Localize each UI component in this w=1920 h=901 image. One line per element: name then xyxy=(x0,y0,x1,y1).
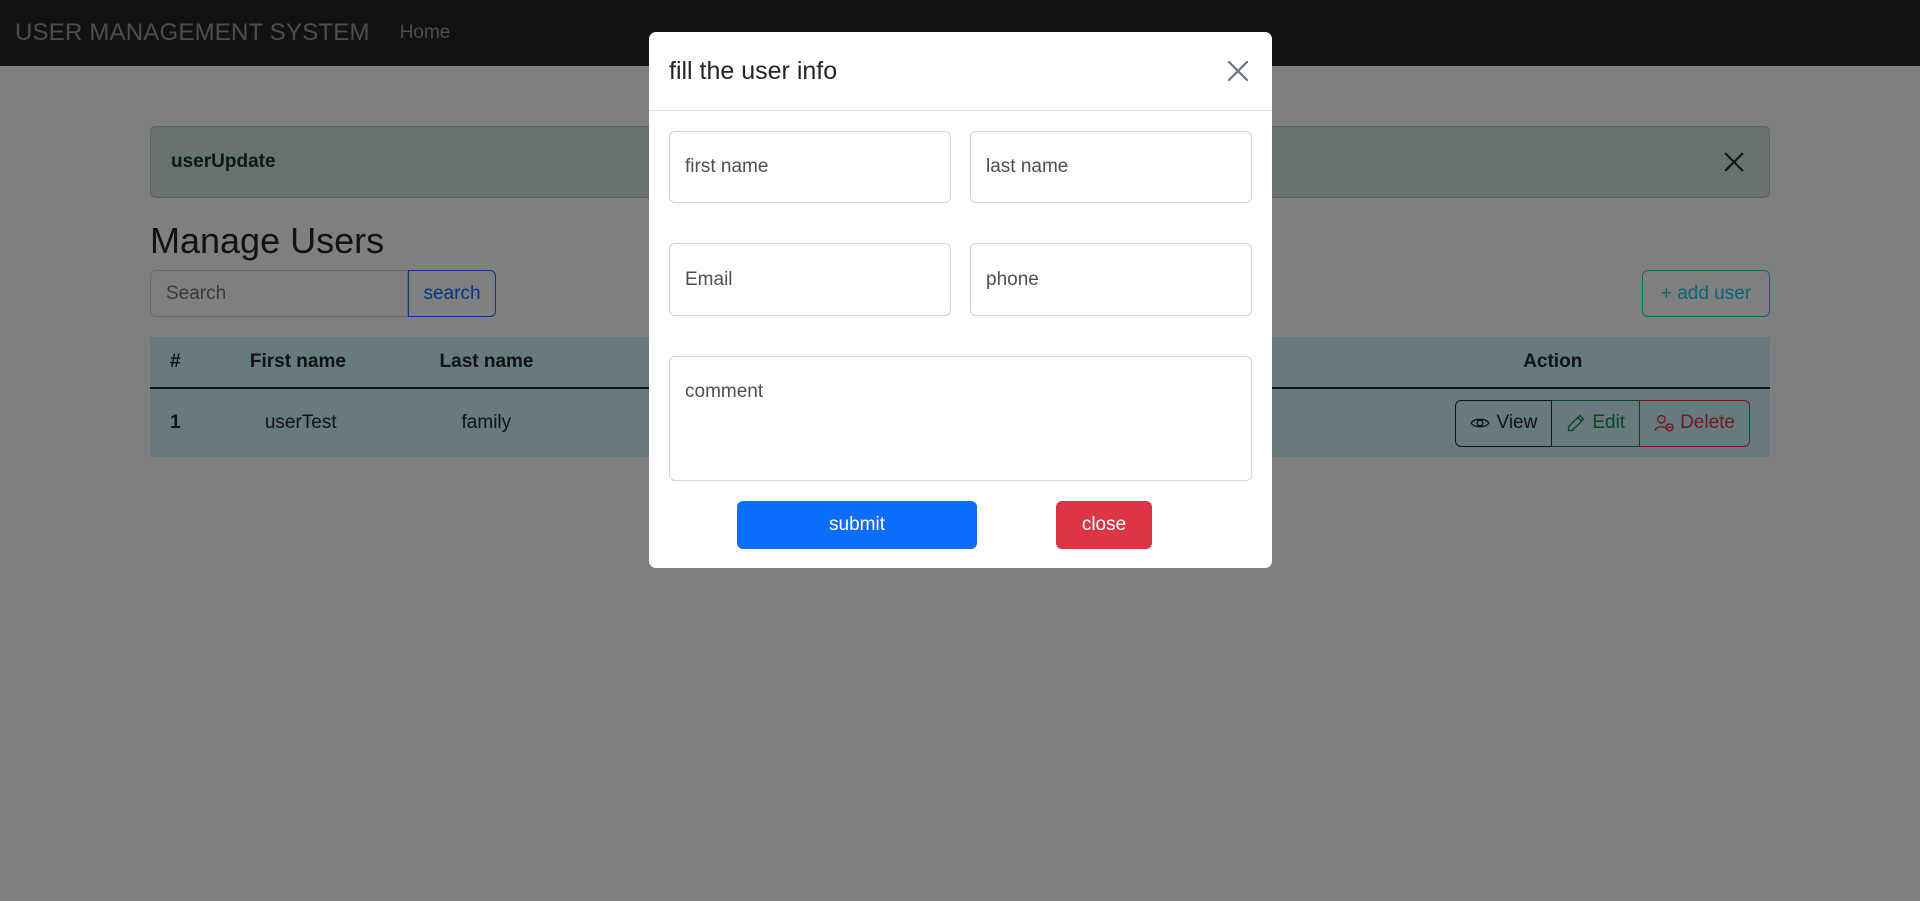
close-icon xyxy=(1227,60,1249,82)
last-name-field[interactable] xyxy=(970,131,1252,203)
modal-title: fill the user info xyxy=(669,56,838,85)
email-field[interactable] xyxy=(669,243,951,316)
user-info-modal: fill the user info submit close xyxy=(649,32,1272,568)
submit-button[interactable]: submit xyxy=(737,501,977,549)
comment-field[interactable] xyxy=(669,356,1252,481)
first-name-field[interactable] xyxy=(669,131,951,203)
close-button[interactable]: close xyxy=(1056,501,1152,549)
modal-close-button[interactable] xyxy=(1221,54,1255,88)
modal-header: fill the user info xyxy=(649,32,1272,111)
phone-field[interactable] xyxy=(970,243,1252,316)
